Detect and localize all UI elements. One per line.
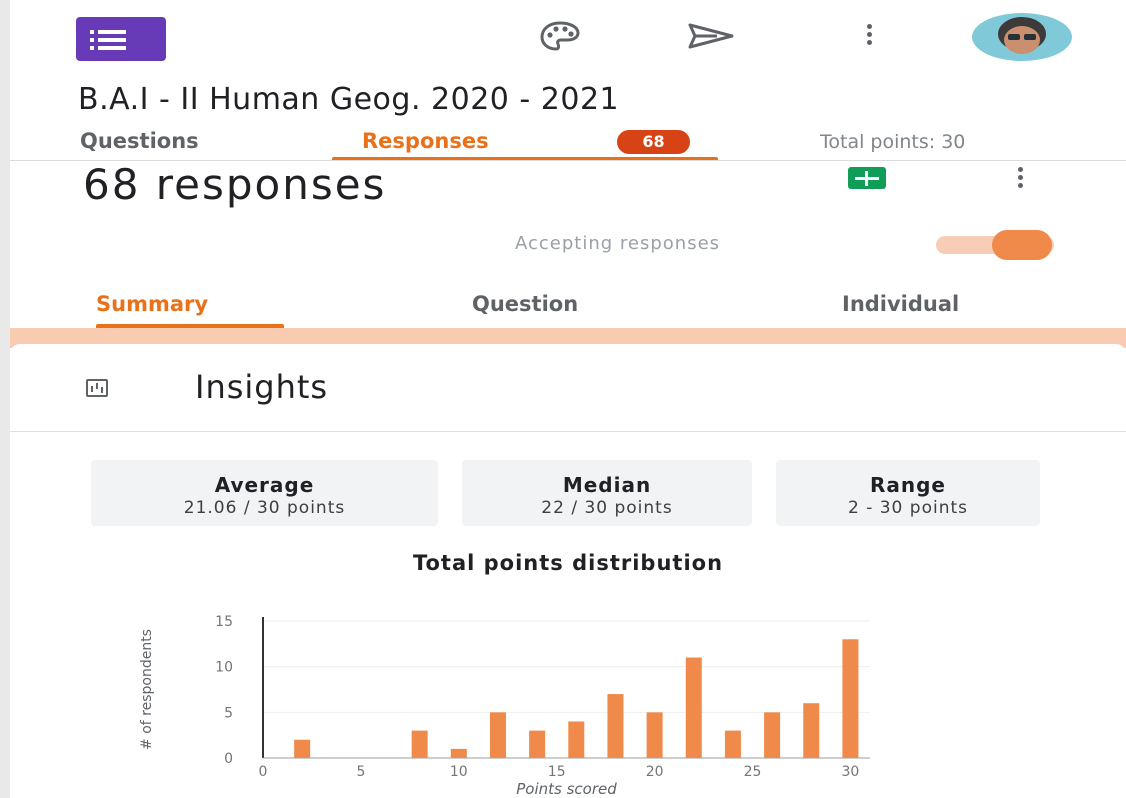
insights-title: Insights — [195, 368, 329, 406]
bar — [607, 694, 624, 758]
range-label: Range — [869, 473, 946, 497]
x-tick-label: 25 — [744, 764, 762, 780]
responses-count-badge: 68 — [617, 130, 690, 154]
toggle-knob[interactable] — [992, 230, 1052, 260]
form-title: B.A.I - II Human Geog. 2020 - 2021 — [78, 82, 620, 117]
x-axis-label: Points scored — [516, 780, 617, 798]
bar — [568, 721, 585, 758]
bar — [411, 730, 428, 758]
average-label: Average — [214, 473, 315, 497]
median-label: Median — [562, 473, 652, 497]
tab-responses[interactable]: Responses — [362, 129, 489, 153]
bar — [529, 730, 546, 758]
sheets-icon[interactable] — [848, 167, 886, 189]
subtab-question[interactable]: Question — [472, 292, 578, 316]
x-tick-label: 0 — [259, 764, 268, 780]
chart-title: Total points distribution — [412, 551, 724, 575]
bar — [764, 712, 781, 758]
y-tick-label: 5 — [224, 705, 233, 721]
y-axis-label: # of respondents — [139, 629, 155, 750]
average-value: 21.06 / 30 points — [183, 498, 346, 518]
responses-count-heading: 68 responses — [83, 160, 387, 209]
app-frame: B.A.I - II Human Geog. 2020 - 2021 Quest… — [10, 0, 1126, 798]
range-stat: Range 2 - 30 points — [776, 460, 1040, 526]
bar — [842, 639, 859, 758]
y-tick-label: 10 — [215, 660, 233, 676]
list-lines-icon — [90, 30, 126, 54]
accepting-responses-label: Accepting responses — [515, 233, 721, 254]
bar — [685, 657, 702, 758]
forms-app-icon[interactable] — [76, 17, 166, 61]
median-value: 22 / 30 points — [541, 498, 673, 518]
bar — [489, 712, 506, 758]
x-tick-label: 5 — [356, 764, 365, 780]
y-tick-label: 0 — [224, 751, 233, 767]
subtab-summary[interactable]: Summary — [96, 292, 208, 316]
x-tick-label: 15 — [548, 764, 566, 780]
responses-more-options-icon[interactable] — [1018, 167, 1023, 191]
more-options-icon[interactable] — [867, 24, 872, 48]
card-divider — [10, 431, 1126, 432]
bar — [294, 739, 311, 758]
x-tick-label: 20 — [646, 764, 664, 780]
bar — [646, 712, 663, 758]
bar — [450, 748, 467, 758]
send-icon[interactable] — [687, 22, 735, 50]
palette-icon[interactable] — [538, 20, 582, 52]
y-tick-label: 15 — [215, 614, 233, 630]
insights-icon — [86, 379, 108, 397]
x-tick-label: 10 — [450, 764, 468, 780]
avatar[interactable] — [970, 12, 1074, 62]
median-stat: Median 22 / 30 points — [462, 460, 752, 526]
range-value: 2 - 30 points — [847, 498, 968, 518]
bar — [803, 703, 820, 758]
points-distribution-chart: 0 5 10 15 0 5 10 15 20 25 30 Points scored # of resp… — [139, 614, 870, 798]
subtab-individual[interactable]: Individual — [842, 292, 959, 316]
total-points-label: Total points: 30 — [820, 131, 966, 153]
average-stat: Average 21.06 / 30 points — [91, 460, 438, 526]
x-tick-label: 30 — [842, 764, 860, 780]
bar — [724, 730, 741, 758]
tab-questions[interactable]: Questions — [80, 129, 199, 153]
